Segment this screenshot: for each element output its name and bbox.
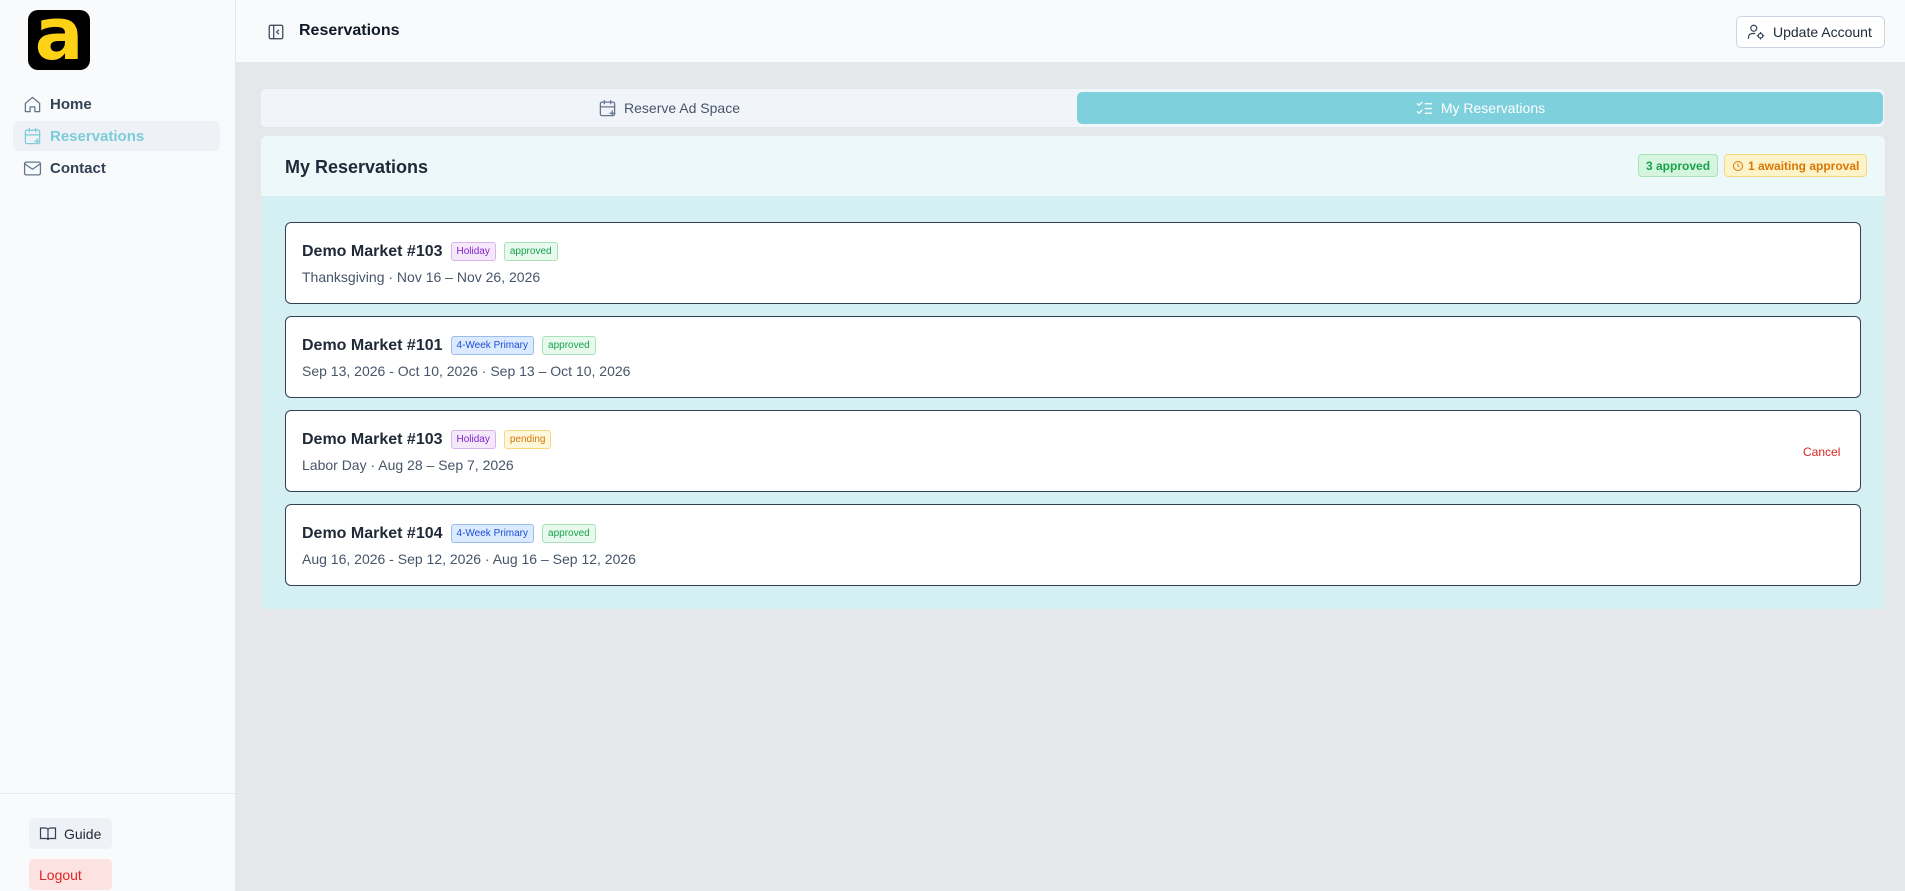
- sidebar-footer: Guide Logout: [0, 793, 235, 890]
- reservation-card[interactable]: Demo Market #101 4-Week Primary approved…: [285, 316, 1861, 398]
- reservation-details: Sep 13, 2026 - Oct 10, 2026 · Sep 13 – O…: [302, 363, 631, 379]
- type-badge: Holiday: [450, 430, 496, 449]
- type-badge: Holiday: [450, 242, 496, 261]
- reservation-card[interactable]: Demo Market #103 Holiday pending Labor D…: [285, 410, 1861, 492]
- market-name: Demo Market #101: [302, 336, 443, 354]
- update-account-button[interactable]: Update Account: [1736, 16, 1885, 48]
- book-open-icon: [39, 826, 57, 840]
- sidebar-item-label: Contact: [50, 159, 106, 177]
- reservation-title-row: Demo Market #104 4-Week Primary approved: [302, 524, 604, 543]
- sidebar: a Home Reservations Contact Guide Logout: [0, 0, 236, 891]
- sidebar-item-home[interactable]: Home: [13, 89, 220, 119]
- logout-label: Logout: [39, 866, 82, 883]
- clock-icon: [1733, 160, 1743, 171]
- tab-label: My Reservations: [1440, 100, 1546, 116]
- reservation-title-row: Demo Market #103 Holiday approved: [302, 242, 566, 261]
- reservation-title-row: Demo Market #103 Holiday pending: [302, 430, 559, 449]
- list-checks-icon: [1416, 101, 1433, 114]
- status-badge: approved: [503, 242, 558, 261]
- awaiting-count-badge: 1 awaiting approval: [1724, 154, 1868, 177]
- panel-header: My Reservations 3 approved 1 awaiting ap…: [261, 136, 1885, 196]
- reservation-card[interactable]: Demo Market #103 Holiday approved Thanks…: [285, 222, 1861, 304]
- reservation-title-row: Demo Market #101 4-Week Primary approved: [302, 336, 604, 355]
- status-badge: pending: [503, 430, 552, 449]
- calendar-plus-icon: [599, 99, 616, 116]
- guide-button[interactable]: Guide: [29, 818, 112, 849]
- mail-icon: [23, 161, 42, 175]
- page-title: Reservations: [299, 22, 400, 39]
- type-badge: 4-Week Primary: [450, 336, 535, 355]
- app-logo[interactable]: a: [28, 10, 90, 70]
- awaiting-count-label: 1 awaiting approval: [1748, 158, 1860, 173]
- my-reservations-panel: My Reservations 3 approved 1 awaiting ap…: [261, 136, 1885, 609]
- status-badge: approved: [542, 336, 596, 355]
- reservation-tabs: Reserve Ad Space My Reservations: [260, 88, 1885, 128]
- top-header: Reservations Update Account: [236, 0, 1905, 63]
- tab-my-reservations[interactable]: My Reservations: [1077, 92, 1883, 124]
- home-icon: [24, 96, 41, 112]
- approved-count-badge: 3 approved: [1638, 154, 1719, 177]
- reservation-card[interactable]: Demo Market #104 4-Week Primary approved…: [285, 504, 1861, 586]
- sidebar-toggle-icon[interactable]: [267, 23, 285, 41]
- user-cog-icon: [1747, 24, 1765, 40]
- guide-label: Guide: [64, 825, 102, 842]
- reservation-details: Thanksgiving · Nov 16 – Nov 26, 2026: [302, 269, 541, 285]
- sidebar-item-reservations[interactable]: Reservations: [13, 121, 220, 151]
- sidebar-item-label: Reservations: [50, 127, 145, 145]
- status-badge: approved: [542, 524, 596, 543]
- type-badge: 4-Week Primary: [450, 524, 535, 543]
- market-name: Demo Market #103: [302, 242, 443, 260]
- sidebar-item-label: Home: [50, 95, 92, 113]
- market-name: Demo Market #104: [302, 524, 443, 542]
- calendar-plus-icon: [24, 127, 41, 144]
- update-account-label: Update Account: [1773, 24, 1872, 40]
- market-name: Demo Market #103: [302, 430, 443, 448]
- logout-button[interactable]: Logout: [29, 859, 112, 890]
- cancel-reservation-button[interactable]: Cancel: [1803, 445, 1840, 459]
- reservation-details: Aug 16, 2026 - Sep 12, 2026 · Aug 16 – S…: [302, 551, 636, 567]
- tab-label: Reserve Ad Space: [624, 100, 740, 116]
- sidebar-nav: Home Reservations Contact: [13, 89, 220, 185]
- sidebar-item-contact[interactable]: Contact: [13, 153, 220, 183]
- reservation-details: Labor Day · Aug 28 – Sep 7, 2026: [302, 457, 514, 473]
- tab-reserve-ad-space[interactable]: Reserve Ad Space: [264, 92, 1074, 124]
- panel-title: My Reservations: [285, 157, 429, 177]
